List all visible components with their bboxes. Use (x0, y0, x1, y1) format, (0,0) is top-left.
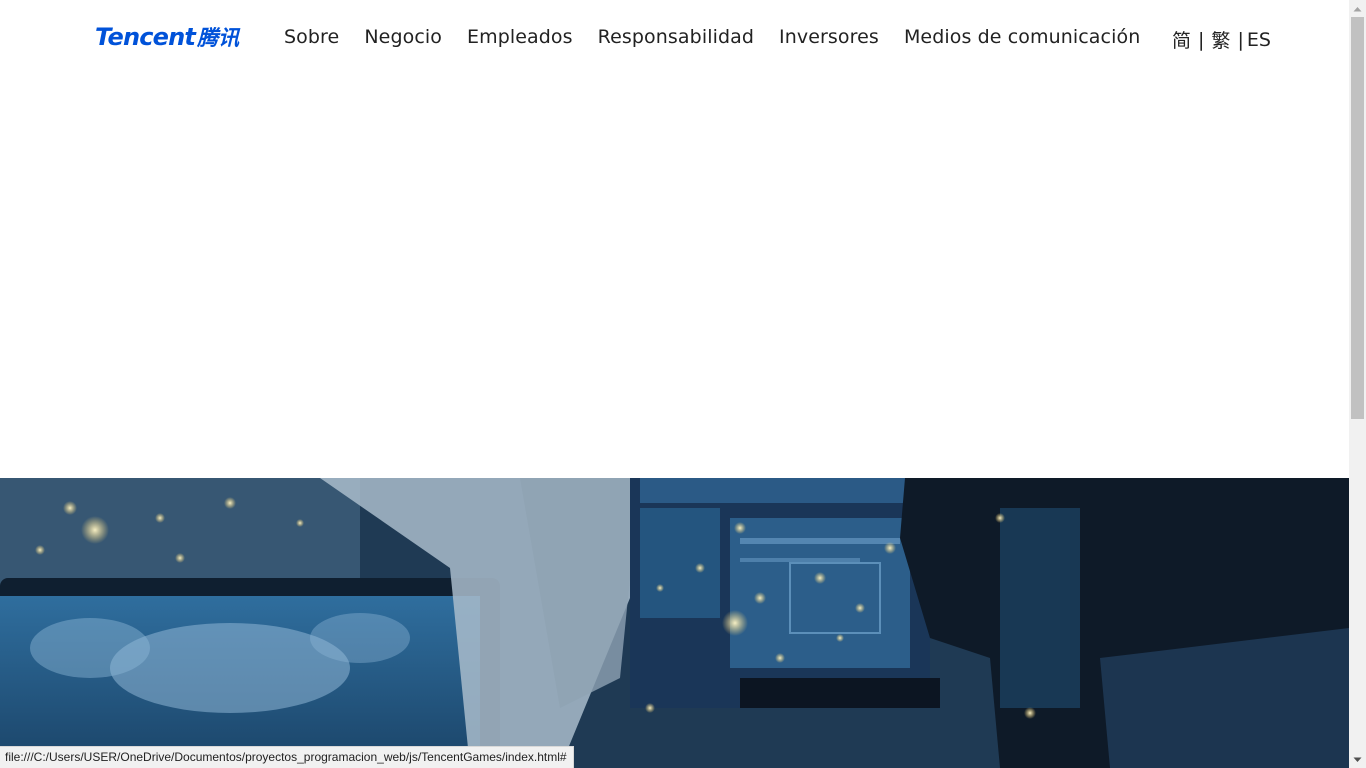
main-nav: Sobre Negocio Empleados Responsabilidad … (284, 26, 1165, 48)
scroll-down-arrow-icon[interactable] (1349, 751, 1366, 768)
scrollbar-thumb[interactable] (1351, 17, 1364, 419)
nav-item-inversores[interactable]: Inversores (779, 26, 879, 48)
hero-image (0, 478, 1349, 768)
scroll-up-arrow-icon[interactable] (1349, 0, 1366, 17)
logo-text-cn: 腾讯 (197, 26, 240, 50)
status-bar-url: file:///C:/Users/USER/OneDrive/Documento… (0, 746, 574, 768)
nav-item-responsabilidad[interactable]: Responsabilidad (598, 26, 754, 48)
language-switcher: 简 | 繁 | ES (1172, 26, 1271, 53)
tencent-logo[interactable]: Tencent 腾讯 (95, 22, 240, 51)
nav-item-negocio[interactable]: Negocio (364, 26, 442, 48)
logo-text-en: Tencent (95, 23, 196, 51)
lang-separator: | (1237, 28, 1244, 51)
lang-simplified-chinese[interactable]: 简 (1172, 26, 1191, 53)
lang-spanish[interactable]: ES (1247, 29, 1271, 51)
nav-item-sobre[interactable]: Sobre (284, 26, 339, 48)
page: Tencent 腾讯 Sobre Negocio Empleados Respo… (0, 0, 1349, 768)
nav-item-empleados[interactable]: Empleados (467, 26, 573, 48)
lang-traditional-chinese[interactable]: 繁 (1211, 26, 1230, 53)
lang-separator: | (1198, 28, 1205, 51)
hero-banner (0, 478, 1349, 768)
vertical-scrollbar[interactable] (1349, 0, 1366, 768)
nav-item-medios[interactable]: Medios de comunicación (904, 26, 1140, 48)
site-header: Tencent 腾讯 Sobre Negocio Empleados Respo… (0, 0, 1349, 80)
